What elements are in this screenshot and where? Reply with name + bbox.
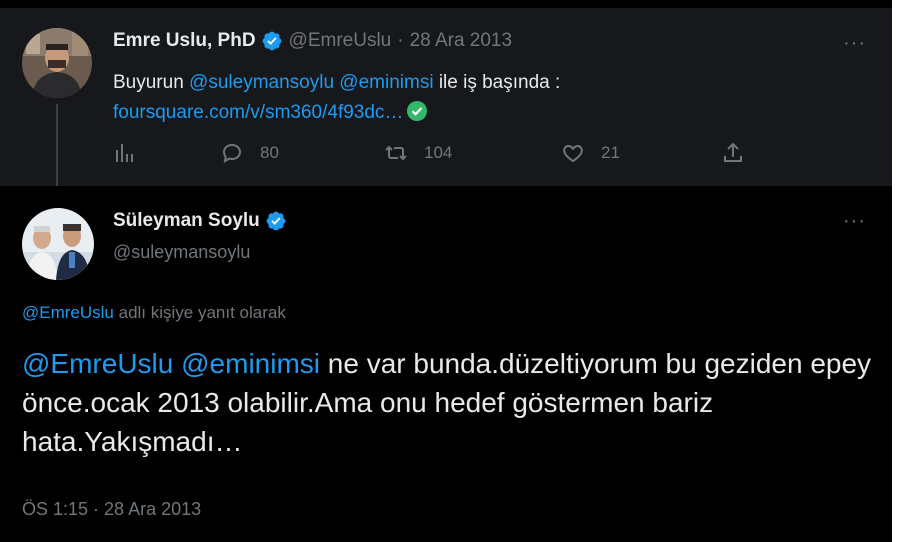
window-right-edge [892,0,900,542]
text-prefix: Buyurun [113,72,190,93]
text-space [173,348,181,379]
reply-count: 80 [260,143,279,162]
analytics-button[interactable] [113,141,137,165]
reply-mention-link[interactable]: @EmreUslu [22,303,114,322]
tweet-header: Emre Uslu, PhD @EmreUslu · 28 Ara 2013 [113,30,512,52]
verified-badge-icon [262,31,281,51]
author-name[interactable]: Süleyman Soylu [113,210,260,232]
mention-link[interactable]: @suleymansoylu [189,72,334,93]
like-button[interactable]: 21 [561,141,620,165]
tweet-text: Buyurun @suleymansoylu @eminimsi ile iş … [113,68,560,128]
mention-link[interactable]: @eminimsi [181,348,320,379]
tweet-text: @EmreUslu @eminimsi ne var bunda.düzelti… [22,344,872,461]
more-options-icon[interactable]: ··· [843,210,866,233]
mention-link[interactable]: @eminimsi [339,72,433,93]
heart-icon [563,144,583,163]
tweet-actions: 80 104 21 [113,141,753,171]
reply-button[interactable]: 80 [220,141,279,165]
share-icon [724,142,742,162]
retweet-count: 104 [424,143,453,162]
more-options-icon[interactable]: ··· [843,32,866,55]
analytics-icon [116,144,133,162]
author-handle[interactable]: @suleymansoylu [113,242,250,263]
checkmark-icon [407,101,428,121]
share-button[interactable] [721,141,745,165]
tweet-date[interactable]: 28 Ara 2013 [410,30,512,52]
tweet-header: Süleyman Soylu [113,210,287,232]
reply-icon [222,143,242,163]
reply-context-text: adlı kişiye yanıt olarak [113,303,286,322]
tweet-date[interactable]: 28 Ara 2013 [104,499,201,519]
window-top-edge [0,0,900,8]
author-handle[interactable]: @EmreUslu [289,30,392,52]
main-tweet[interactable]: Süleyman Soylu @suleymansoylu ··· @EmreU… [0,186,892,542]
avatar[interactable] [22,208,94,280]
tweet-time[interactable]: ÖS 1:15 [22,499,88,519]
mention-link[interactable]: @EmreUslu [22,348,173,379]
retweet-button[interactable]: 104 [384,141,452,165]
separator-dot: · [397,30,404,51]
verified-badge-icon [266,211,286,231]
url-link[interactable]: foursquare.com/v/sm360/4f93dc… [113,102,403,123]
author-name[interactable]: Emre Uslu, PhD [113,30,256,52]
text-suffix: ile iş başında : [433,72,561,93]
like-count: 21 [601,143,620,162]
tweet-timestamp[interactable]: ÖS 1:15 · 28 Ara 2013 [22,499,201,520]
reply-context: @EmreUslu adlı kişiye yanıt olarak [22,303,286,323]
retweet-icon [385,145,407,161]
parent-tweet[interactable]: Emre Uslu, PhD @EmreUslu · 28 Ara 2013 ·… [0,8,892,208]
avatar[interactable] [22,28,92,98]
separator-dot: · [88,499,105,519]
